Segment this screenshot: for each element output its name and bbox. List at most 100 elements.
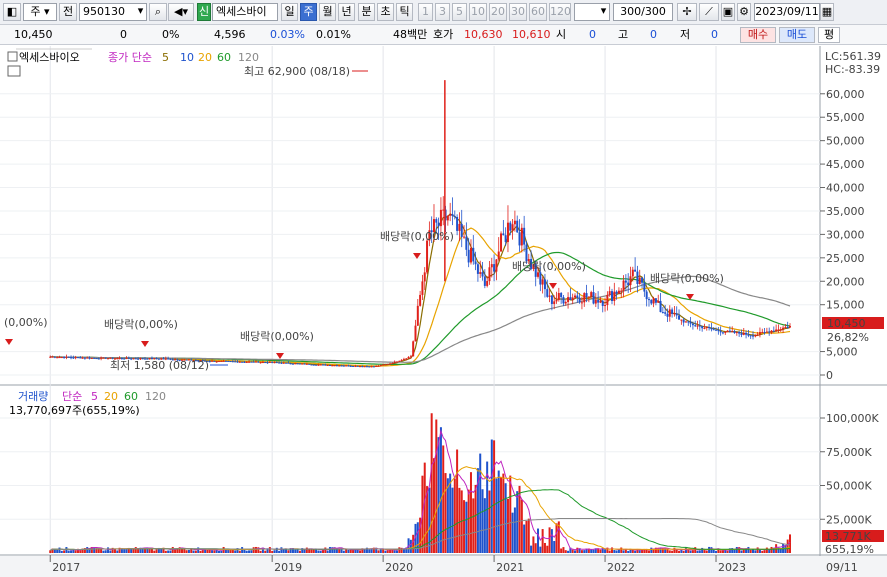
price-candle: [236, 361, 239, 363]
count-input[interactable]: 300/300: [613, 3, 673, 21]
price-candle: [211, 360, 214, 362]
volume-bar: [287, 550, 290, 553]
volume-bar: [312, 549, 315, 553]
price-candle: [368, 366, 371, 368]
volume-bar: [100, 549, 103, 553]
interval-30[interactable]: 30: [509, 3, 527, 21]
code-dropdown-icon[interactable]: ▾: [134, 3, 147, 21]
volume-bar: [278, 550, 281, 553]
price-candle: [571, 297, 574, 301]
price-candle: [359, 366, 362, 368]
interval-5[interactable]: 5: [452, 3, 467, 21]
crosshair-icon[interactable]: ✢: [677, 3, 697, 21]
volume-bar: [506, 498, 509, 553]
volume-bar: [181, 548, 184, 553]
price-candle: [79, 357, 82, 359]
price-candle: [745, 332, 748, 335]
price-candle: [657, 300, 660, 303]
volume-bar: [86, 547, 89, 553]
price-candle: [756, 334, 759, 336]
calendar-icon[interactable]: ▦: [820, 3, 834, 21]
volume-bar: [523, 524, 526, 553]
price-candle: [712, 329, 715, 331]
period-week[interactable]: 주: [300, 3, 317, 21]
volume-bar: [155, 549, 158, 553]
interval-3[interactable]: 3: [435, 3, 450, 21]
period-year[interactable]: 년: [338, 3, 355, 21]
interval-20[interactable]: 20: [489, 3, 507, 21]
price-candle: [543, 279, 546, 290]
volume-bar: [525, 520, 528, 553]
volume-bar: [453, 478, 456, 553]
price-candle: [49, 356, 52, 358]
sell-button[interactable]: 매도: [779, 27, 815, 43]
interval-10[interactable]: 10: [469, 3, 487, 21]
volume-bar: [678, 550, 681, 553]
current-price: 10,450: [14, 28, 53, 41]
volume-bar: [537, 528, 540, 553]
line-tool-icon[interactable]: ⟋: [699, 3, 719, 21]
market-select[interactable]: 주 ▾: [23, 3, 57, 21]
stock-chart: 엑세스바이오 종가 단순 5 10 20 60 120 LC:561.39 HC…: [0, 46, 887, 577]
price-candle: [435, 219, 438, 223]
interval-120[interactable]: 120: [549, 3, 571, 21]
volume-bar: [444, 473, 447, 553]
grid-toggle-icon[interactable]: [7, 65, 21, 77]
interval-60[interactable]: 60: [529, 3, 547, 21]
volume-bar: [347, 549, 350, 553]
price-tick-label: 0: [826, 369, 833, 382]
price-candle: [271, 361, 274, 363]
price-candle: [645, 291, 648, 300]
period-tick[interactable]: 틱: [396, 3, 413, 21]
period-month[interactable]: 월: [319, 3, 336, 21]
volume-bar: [763, 550, 766, 553]
price-candle: [463, 236, 466, 238]
prev-button[interactable]: 전: [59, 3, 77, 21]
price-candle: [386, 363, 389, 365]
period-day[interactable]: 일: [281, 3, 298, 21]
volume-bar: [384, 550, 387, 553]
price-candle: [738, 332, 741, 334]
date-input[interactable]: 2023/09/11: [754, 3, 820, 21]
price-candle: [67, 356, 70, 358]
volume-tick-label: 50,000K: [826, 480, 872, 493]
x-axis-end-label: 09/11: [826, 561, 858, 574]
price-candle: [222, 360, 225, 362]
price-candle: [742, 332, 745, 335]
period-second[interactable]: 초: [377, 3, 394, 21]
volume-bar: [613, 550, 616, 553]
price-candle: [328, 365, 331, 367]
x-tick-label: 2022: [607, 561, 635, 574]
price-candle: [335, 365, 338, 367]
price-candle: [393, 361, 396, 364]
volume-bar: [213, 550, 216, 553]
save-icon[interactable]: ▣: [721, 3, 735, 21]
volume-bar: [359, 550, 362, 553]
price-candle: [765, 331, 768, 333]
interval-dropdown-icon[interactable]: ▾: [597, 3, 610, 21]
volume-bar: [199, 550, 202, 553]
buy-button[interactable]: 매수: [740, 27, 776, 43]
price-candle: [661, 312, 664, 314]
price-candle: [763, 331, 766, 333]
hc-label: HC:-83.39: [825, 63, 880, 76]
search-icon[interactable]: ⌕: [149, 3, 167, 21]
price-candle: [550, 295, 553, 304]
volume-bar: [733, 549, 736, 553]
interval-1[interactable]: 1: [418, 3, 433, 21]
speaker-icon[interactable]: ◀▾: [168, 3, 194, 21]
gear-icon[interactable]: ⚙: [737, 3, 751, 21]
price-candle: [254, 361, 257, 363]
volume-bar: [280, 547, 283, 553]
volume-bar: [583, 550, 586, 553]
volume-bar: [442, 445, 445, 553]
period-minute[interactable]: 분: [358, 3, 375, 21]
eval-button[interactable]: 평: [818, 27, 840, 43]
volume-bar: [56, 549, 59, 553]
price-candle: [703, 327, 706, 329]
price-candle: [88, 357, 91, 359]
chart-menu-icon[interactable]: ◧: [3, 3, 21, 21]
volume-bar: [694, 547, 697, 553]
price-candle: [786, 326, 789, 328]
volume-bar: [192, 550, 195, 553]
